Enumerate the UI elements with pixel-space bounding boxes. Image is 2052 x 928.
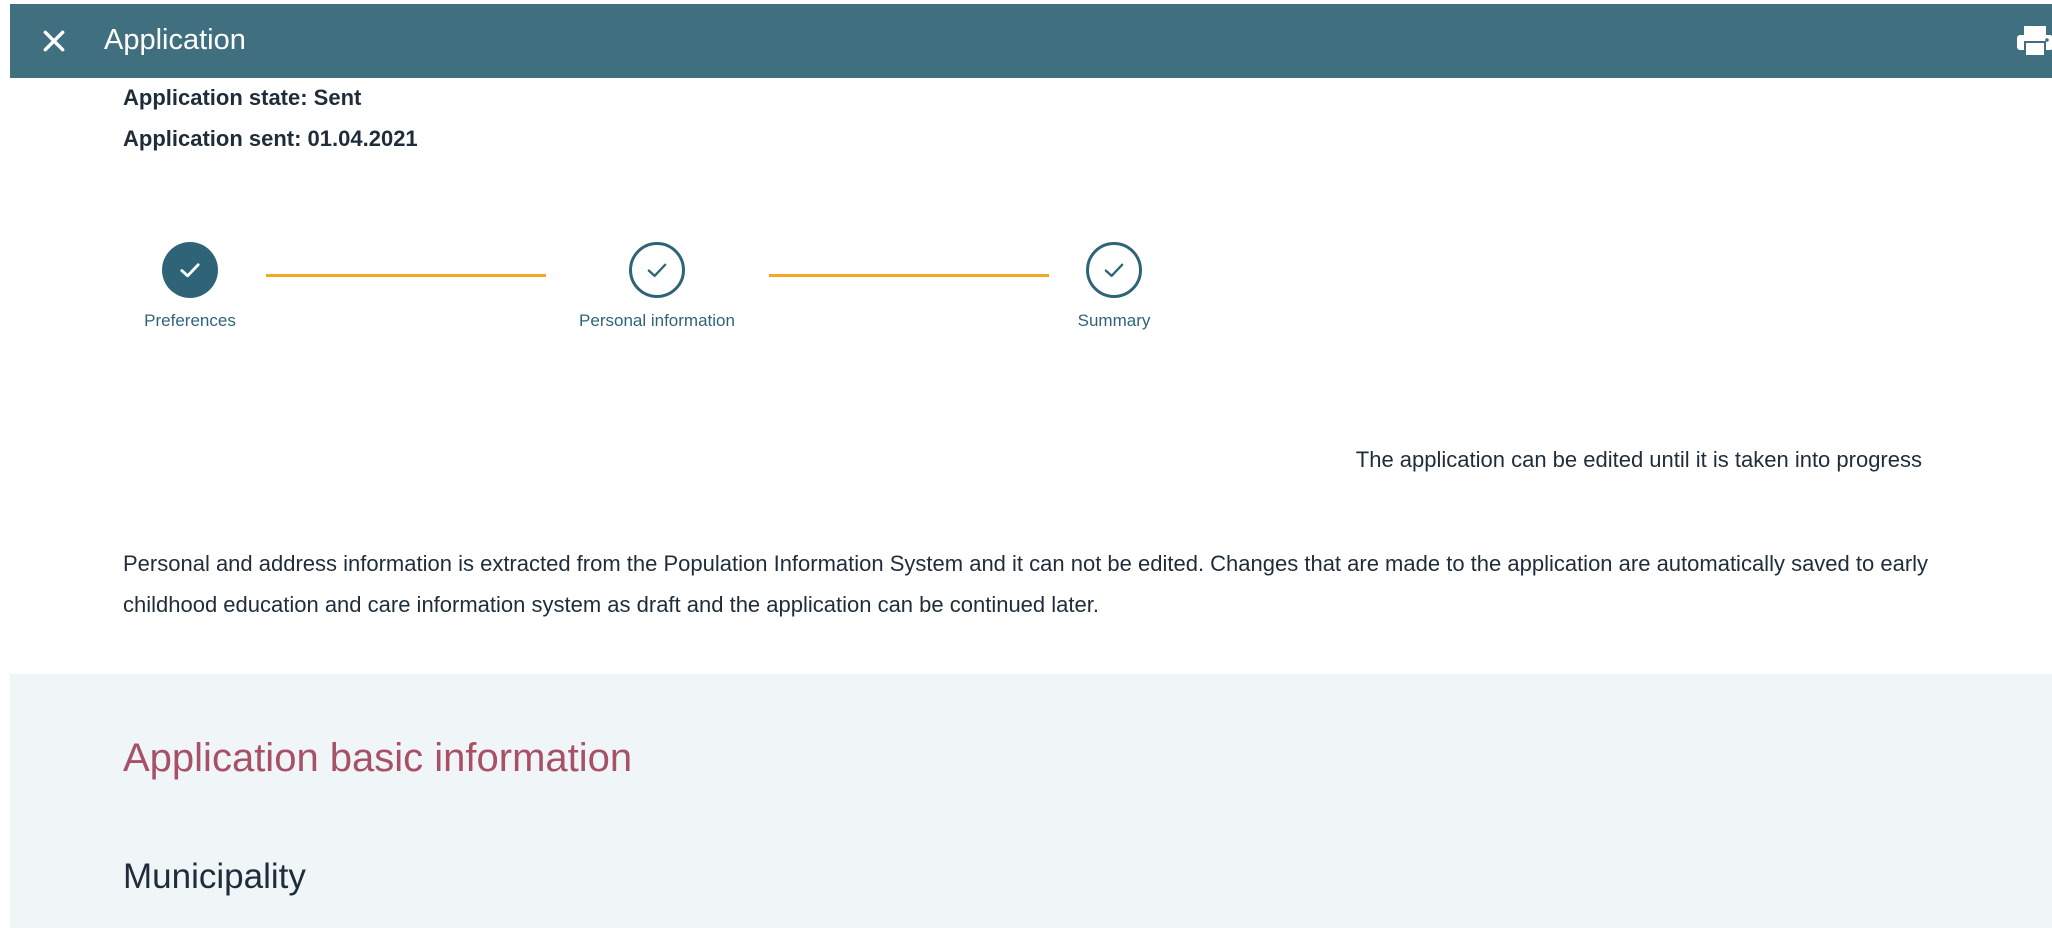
check-icon — [180, 263, 200, 278]
step-label-preferences: Preferences — [144, 311, 236, 330]
close-button[interactable] — [32, 19, 76, 63]
printer-icon — [2017, 26, 2052, 57]
section-title: Application basic information — [123, 736, 633, 780]
basic-information-section: Application basic information Municipali… — [10, 674, 2052, 928]
application-sent-date: Application sent: 01.04.2021 — [123, 126, 418, 151]
step-connector — [769, 274, 1049, 277]
edit-deadline-note: The application can be edited until it i… — [1355, 447, 1922, 472]
step-connector — [266, 274, 546, 277]
check-icon — [1104, 263, 1124, 277]
close-icon — [43, 30, 65, 52]
municipality-heading: Municipality — [123, 857, 306, 896]
application-state: Application state: Sent — [123, 85, 362, 110]
step-personal-information[interactable] — [629, 242, 685, 298]
step-summary[interactable] — [1086, 242, 1142, 298]
topbar: Application — [10, 4, 2052, 78]
check-icon — [647, 263, 667, 277]
application-page: Application Application state: Sent Appl… — [10, 4, 2052, 928]
step-preferences[interactable] — [162, 242, 218, 298]
step-label-summary: Summary — [1077, 311, 1151, 330]
page-title: Application — [104, 24, 246, 56]
print-button[interactable] — [2015, 24, 2052, 58]
step-label-personal-information: Personal information — [579, 311, 735, 330]
info-paragraph: Personal and address information is extr… — [123, 551, 1929, 617]
